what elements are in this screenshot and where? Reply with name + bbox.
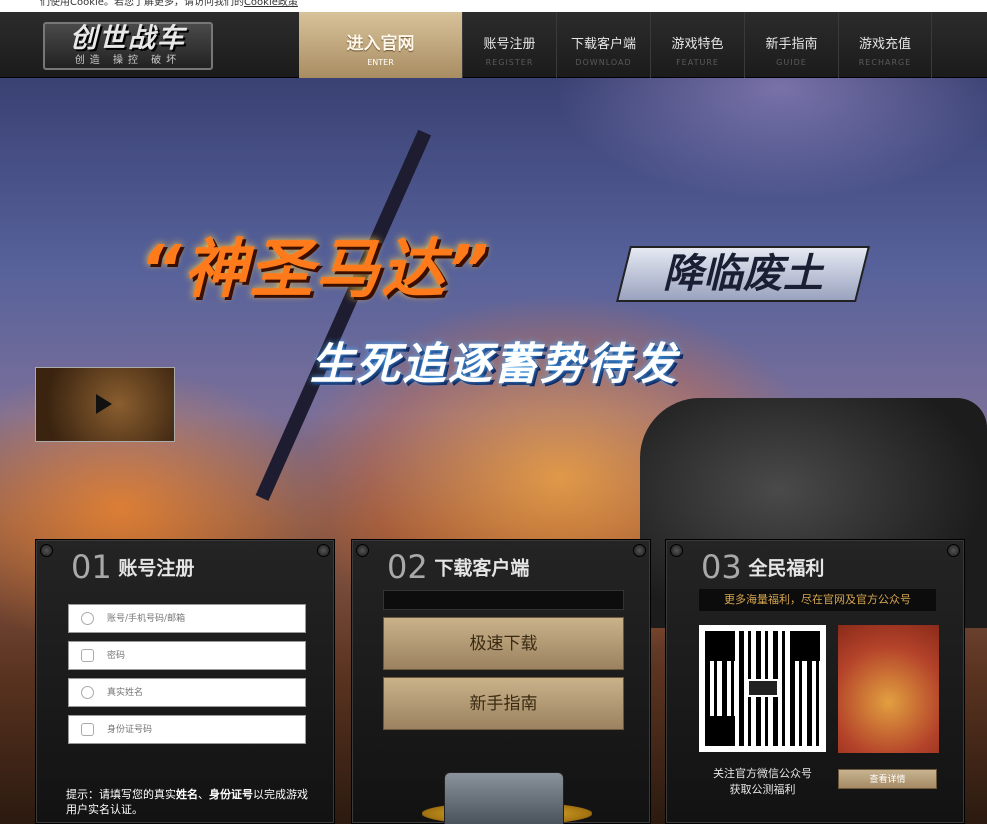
hint-id: 身份证号 bbox=[209, 788, 253, 801]
bolt-icon bbox=[356, 544, 369, 557]
nav-item-feature[interactable]: 游戏特色 FEATURE bbox=[650, 12, 744, 78]
nav-item-recharge[interactable]: 游戏充值 RECHARGE bbox=[838, 12, 932, 78]
hero-badge: 降临废土 bbox=[616, 246, 870, 302]
lock-icon bbox=[81, 649, 94, 662]
cookie-notice-text: 们使用Cookie。若您了解更多，请访问我们的 bbox=[40, 0, 244, 8]
top-nav: 创世战车 创造 操控 破坏 进入官网 ENTER 账号注册 REGISTER 下… bbox=[0, 12, 987, 78]
hint-name: 姓名 bbox=[176, 788, 198, 801]
register-panel: 01 账号注册 提示：请填写您的真实姓名、身份证号以完成游戏用户实名认证。 bbox=[35, 539, 335, 824]
logo-title: 创世战车 bbox=[70, 23, 186, 54]
hero-banner: “神圣马达” 降临废土 生死追逐蓄势待发 01 账号注册 账号/手机号码/邮箱 … bbox=[0, 78, 987, 824]
register-panel-title: 01 账号注册 bbox=[71, 548, 194, 586]
welfare-panel: 03 全民福利 更多海量福利，尽在官网及官方公众号 关注官方微信公众号 获取公测… bbox=[665, 539, 965, 824]
download-panel-title: 02 下载客户端 bbox=[387, 548, 529, 586]
panel-number: 02 bbox=[387, 548, 428, 586]
nav-item-sublabel: GUIDE bbox=[776, 58, 807, 67]
qr-code-pattern bbox=[705, 631, 820, 746]
nav-item-sublabel: DOWNLOAD bbox=[575, 58, 632, 67]
wechat-qr-code bbox=[699, 625, 826, 752]
treasure-chest-artwork bbox=[444, 772, 564, 824]
panel-title-text: 全民福利 bbox=[748, 557, 825, 580]
realname-hint: 提示：请填写您的真实姓名、身份证号以完成游戏用户实名认证。 bbox=[66, 787, 316, 817]
qr-caption: 关注官方微信公众号 获取公测福利 bbox=[694, 766, 831, 798]
qr-caption-line2: 获取公测福利 bbox=[729, 783, 796, 796]
account-input[interactable] bbox=[107, 610, 297, 628]
user-icon bbox=[81, 612, 94, 625]
page-root: 们使用Cookie。若您了解更多，请访问我们的Cookie政策 创世战车 创造 … bbox=[0, 0, 987, 824]
crane-silhouette bbox=[255, 129, 432, 501]
download-panel: 02 下载客户端 极速下载 新手指南 bbox=[351, 539, 651, 824]
welfare-banner: 更多海量福利，尽在官网及官方公众号 bbox=[699, 589, 936, 611]
panel-number: 03 bbox=[701, 548, 742, 586]
hero-subline: 生死追逐蓄势待发 bbox=[310, 339, 678, 390]
nav-item-sublabel: RECHARGE bbox=[858, 58, 912, 67]
idcard-input[interactable] bbox=[107, 721, 297, 739]
bolt-icon bbox=[40, 544, 53, 557]
logo-subtitle: 创造 操控 破坏 bbox=[74, 55, 182, 66]
hint-separator: 、 bbox=[198, 788, 209, 801]
nav-item-guide[interactable]: 新手指南 GUIDE bbox=[744, 12, 838, 78]
nav-item-label: 下载客户端 bbox=[570, 37, 636, 52]
idcard-field[interactable] bbox=[68, 715, 306, 744]
enter-site-sublabel: ENTER bbox=[367, 58, 394, 67]
gift-box-artwork[interactable] bbox=[838, 625, 939, 753]
hero-badge-text: 降临废土 bbox=[663, 251, 823, 297]
cookie-notice: 们使用Cookie。若您了解更多，请访问我们的Cookie政策 bbox=[0, 0, 987, 12]
fast-download-button[interactable]: 极速下载 bbox=[383, 617, 624, 670]
nav-item-label: 新手指南 bbox=[765, 37, 818, 52]
play-icon[interactable] bbox=[96, 394, 112, 414]
id-card-icon bbox=[81, 723, 94, 736]
qr-logo-icon bbox=[747, 679, 779, 697]
welfare-panel-title: 03 全民福利 bbox=[701, 548, 824, 586]
nav-item-sublabel: FEATURE bbox=[676, 58, 719, 67]
panel-title-text: 账号注册 bbox=[118, 557, 195, 580]
bolt-icon bbox=[633, 544, 646, 557]
nav-item-label: 游戏特色 bbox=[671, 37, 724, 52]
account-field[interactable] bbox=[68, 604, 306, 633]
realname-field[interactable] bbox=[68, 678, 306, 707]
video-thumbnail[interactable] bbox=[35, 367, 175, 442]
user-icon bbox=[81, 686, 94, 699]
panel-number: 01 bbox=[71, 548, 112, 586]
hero-headline: “神圣马达” bbox=[140, 233, 491, 307]
nav-item-label: 账号注册 bbox=[483, 37, 536, 52]
cookie-policy-link[interactable]: Cookie政策 bbox=[244, 0, 298, 8]
game-logo[interactable]: 创世战车 创造 操控 破坏 bbox=[43, 22, 213, 70]
bolt-icon bbox=[947, 544, 960, 557]
nav-item-register[interactable]: 账号注册 REGISTER bbox=[462, 12, 556, 78]
view-details-button[interactable]: 查看详情 bbox=[838, 769, 937, 789]
download-progress-bar bbox=[383, 590, 624, 610]
panel-title-text: 下载客户端 bbox=[434, 557, 530, 580]
password-field[interactable] bbox=[68, 641, 306, 670]
enter-site-button[interactable]: 进入官网 ENTER bbox=[299, 12, 462, 78]
qr-caption-line1: 关注官方微信公众号 bbox=[713, 767, 812, 780]
enter-site-label: 进入官网 bbox=[346, 34, 415, 54]
nav-item-label: 游戏充值 bbox=[858, 37, 911, 52]
bolt-icon bbox=[317, 544, 330, 557]
realname-input[interactable] bbox=[107, 684, 297, 702]
beginner-guide-button[interactable]: 新手指南 bbox=[383, 677, 624, 730]
nav-item-sublabel: REGISTER bbox=[485, 58, 534, 67]
hint-prefix: 提示：请填写您的真实 bbox=[66, 788, 176, 801]
bolt-icon bbox=[670, 544, 683, 557]
password-input[interactable] bbox=[107, 647, 297, 665]
nav-item-download[interactable]: 下载客户端 DOWNLOAD bbox=[556, 12, 650, 78]
